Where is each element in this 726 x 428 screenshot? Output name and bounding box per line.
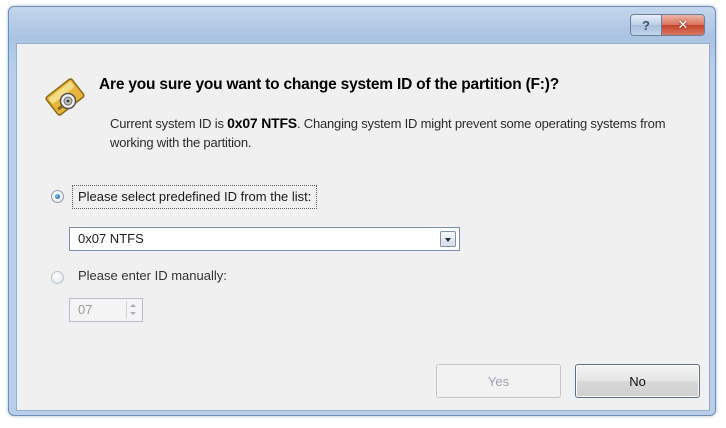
predefined-id-label[interactable]: Please select predefined ID from the lis… (72, 185, 318, 209)
chevron-down-icon[interactable] (440, 231, 456, 247)
close-button[interactable]: ✕ (662, 15, 704, 35)
predefined-id-value: 0x07 NTFS (78, 231, 144, 246)
yes-button[interactable]: Yes (436, 364, 561, 398)
arrow-down-icon[interactable] (130, 312, 136, 315)
help-icon: ? (642, 17, 650, 33)
manual-id-radio[interactable] (51, 271, 64, 284)
predefined-id-radio[interactable] (51, 190, 64, 203)
stepper-buttons[interactable] (126, 301, 140, 319)
no-button[interactable]: No (575, 364, 700, 398)
manual-id-label[interactable]: Please enter ID manually: (78, 265, 227, 287)
desc-prefix: Current system ID is (110, 116, 228, 131)
current-system-id: 0x07 NTFS (227, 115, 297, 131)
dialog-window: ? ✕ Are you sure you want to change syst… (8, 6, 716, 416)
partition-drive-icon (45, 78, 85, 116)
caption-buttons: ? ✕ (630, 14, 705, 36)
help-button[interactable]: ? (631, 15, 662, 35)
dialog-question: Are you sure you want to change system I… (99, 76, 559, 93)
dialog-body: Are you sure you want to change system I… (16, 43, 710, 411)
manual-id-stepper[interactable]: 07 (69, 298, 143, 322)
arrow-up-icon[interactable] (130, 304, 136, 307)
title-bar[interactable]: ? ✕ (9, 7, 715, 43)
dialog-description: Current system ID is 0x07 NTFS. Changing… (110, 114, 670, 152)
close-icon: ✕ (677, 17, 689, 32)
predefined-id-dropdown[interactable]: 0x07 NTFS (69, 227, 460, 251)
manual-id-value: 07 (78, 302, 93, 317)
